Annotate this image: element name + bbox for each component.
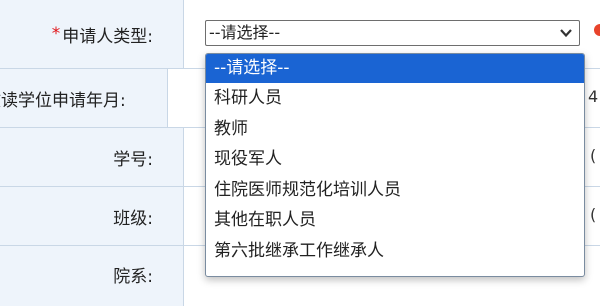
select-current-value: --请选择-- bbox=[209, 23, 281, 42]
student-id-label: 学号: bbox=[0, 128, 184, 186]
dropdown-option[interactable]: 现役军人 bbox=[206, 144, 584, 175]
applicant-type-dropdown[interactable]: --请选择-- 科研人员 教师 现役军人 住院医师规范化培训人员 其他在职人员 … bbox=[205, 53, 585, 277]
dropdown-option[interactable]: 其他在职人员 bbox=[206, 205, 584, 236]
chevron-down-icon bbox=[560, 29, 572, 38]
class-label: 班级: bbox=[0, 187, 184, 245]
student-id-label-text: 学号: bbox=[113, 149, 153, 170]
department-label-text: 院系: bbox=[113, 267, 153, 287]
dropdown-option[interactable]: 第六批继承工作继承人 bbox=[206, 236, 584, 267]
applicant-type-label-text: 申请人类型: bbox=[62, 26, 153, 47]
class-label-text: 班级: bbox=[113, 208, 153, 229]
dropdown-option[interactable]: 科研人员 bbox=[206, 83, 584, 114]
class-edge-text: ( bbox=[590, 205, 597, 224]
applicant-type-select[interactable]: --请选择-- bbox=[205, 20, 580, 46]
required-marker: * bbox=[51, 24, 61, 44]
degree-date-edge-text: 4 bbox=[588, 87, 599, 106]
student-id-edge-text: ( bbox=[590, 146, 597, 165]
applicant-type-label: * 申请人类型: bbox=[0, 0, 184, 68]
dropdown-option[interactable]: 住院医师规范化培训人员 bbox=[206, 175, 584, 206]
department-label: 院系: bbox=[0, 246, 184, 306]
dropdown-option[interactable]: --请选择-- bbox=[206, 54, 584, 83]
degree-date-label-text: 攻读学位申请年月: bbox=[0, 90, 126, 111]
dropdown-option[interactable]: 教师 bbox=[206, 114, 584, 145]
required-indicator-icon bbox=[594, 24, 600, 36]
degree-date-label: 攻读学位申请年月: bbox=[0, 69, 168, 127]
